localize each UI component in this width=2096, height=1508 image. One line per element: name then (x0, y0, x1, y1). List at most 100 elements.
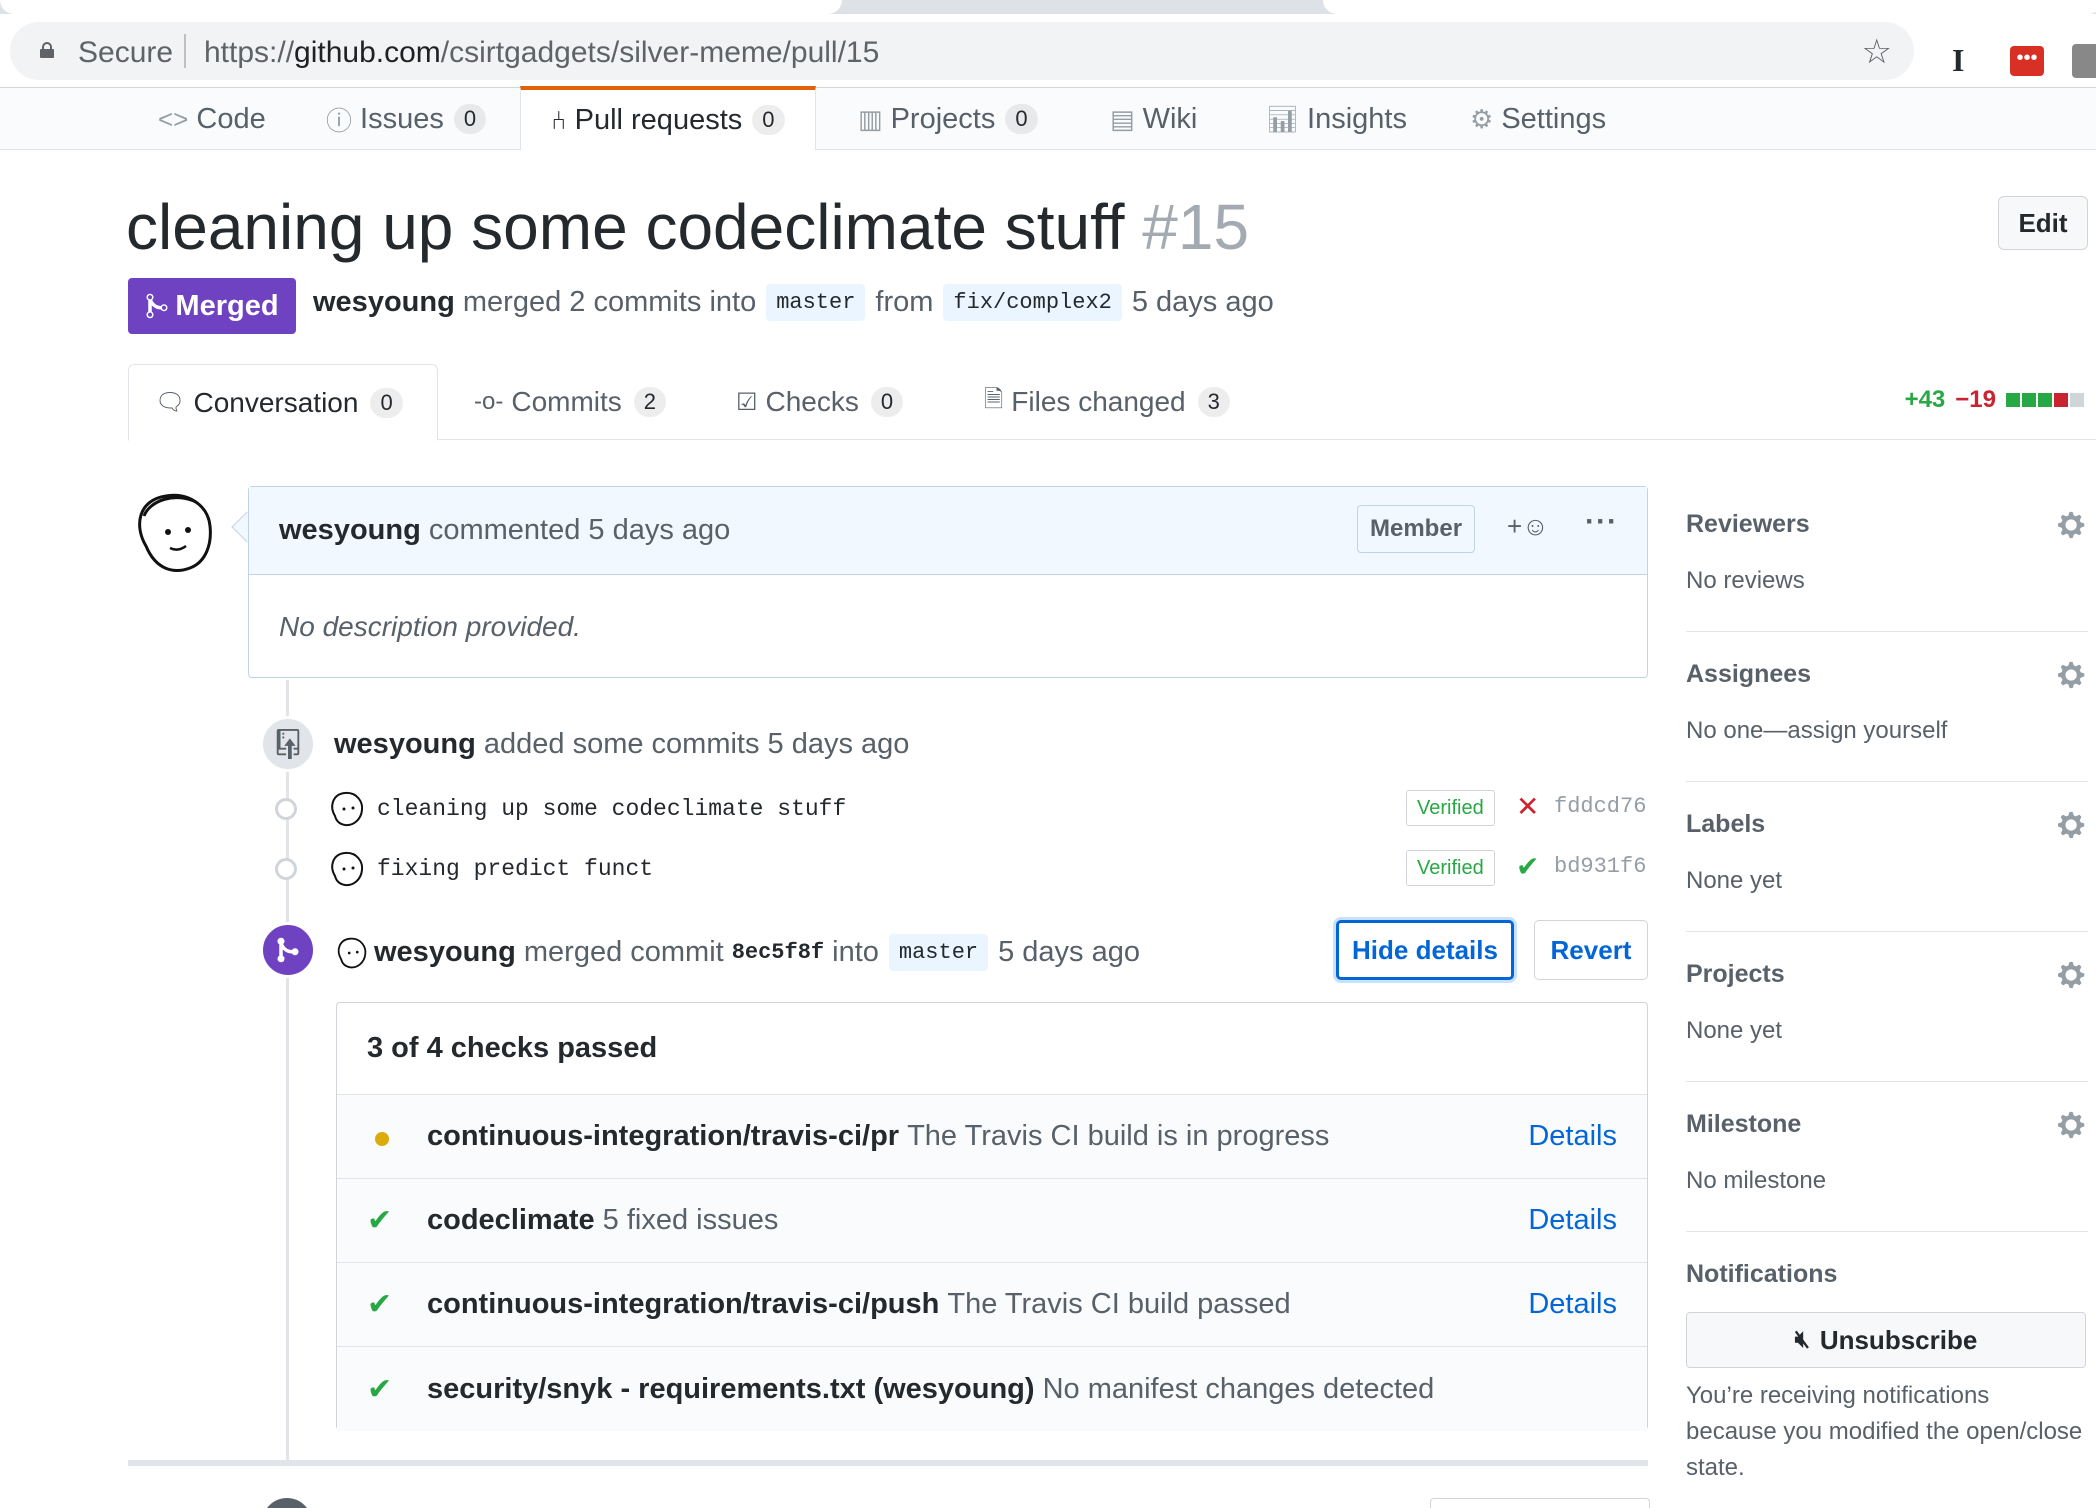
hide-details-button[interactable]: Hide details (1336, 920, 1514, 980)
book-icon: ▤ (1110, 103, 1135, 134)
tab-label: Settings (1501, 102, 1607, 135)
event-author[interactable]: wesyoung (374, 936, 516, 969)
extension-instapaper-icon[interactable]: I (1952, 42, 1964, 79)
pr-meta: wesyoung merged 2 commits into master fr… (313, 284, 1274, 321)
tab-label: Projects (890, 102, 996, 135)
commit-sha[interactable]: 8ec5f8f (732, 940, 824, 965)
file-diff-icon: 🗎︎ (984, 385, 1004, 413)
check-name: codeclimate (427, 1204, 595, 1236)
diffstat-block (2070, 393, 2084, 407)
repo-nav: <> Code ⓘ Issues 0 ⑃ Pull requests 0 ▥ Project… (0, 86, 2096, 150)
browser-tab[interactable] (1323, 0, 2096, 14)
browser-tab[interactable] (0, 0, 842, 14)
commit-message[interactable]: fixing predict funct (377, 856, 653, 882)
head-branch[interactable]: fix/complex2 (943, 284, 1122, 321)
success-check-icon[interactable]: ✔ (1516, 850, 1539, 883)
tab-wiki[interactable]: ▤ Wiki (1110, 88, 1197, 150)
url-text[interactable]: https://github.com/csirtgadgets/silver-m… (204, 36, 879, 70)
lock-icon (40, 42, 54, 58)
event-author[interactable]: wesyoung (334, 728, 476, 760)
sidebar-heading[interactable]: Projects (1686, 960, 2088, 989)
gear-icon[interactable] (2058, 960, 2088, 990)
sidebar-heading[interactable]: Assignees (1686, 660, 2088, 689)
bookmark-star-icon[interactable]: ☆ (1862, 32, 1892, 72)
avatar[interactable] (334, 936, 368, 970)
list-item: cleaning up some codeclimate stuff Verif… (272, 784, 1648, 834)
commit-message[interactable]: cleaning up some codeclimate stuff (377, 796, 846, 822)
extension-lastpass-icon[interactable]: ••• (2010, 46, 2044, 76)
event-text: into (832, 936, 879, 968)
tab-settings[interactable]: ⚙ Settings (1470, 88, 1606, 150)
status-badge: Merged (128, 278, 296, 334)
details-link[interactable]: Details (1528, 1288, 1617, 1321)
base-branch[interactable]: master (888, 934, 989, 971)
gear-icon[interactable] (2058, 660, 2088, 690)
tab-count: 0 (752, 105, 785, 135)
address-bar[interactable]: Secure https://github.com/csirtgadgets/s… (10, 22, 1914, 80)
unsubscribe-button[interactable]: 🔇︎ Unsubscribe (1686, 1312, 2086, 1368)
tab-conversation[interactable]: 🗨︎ Conversation 0 (128, 364, 438, 441)
sidebar-labels: Labels None yet (1686, 810, 2088, 932)
tab-projects[interactable]: ▥ Projects 0 (858, 88, 1038, 150)
tab-commits[interactable]: -o- Commits 2 (474, 364, 667, 440)
sidebar-heading[interactable]: Reviewers (1686, 510, 2088, 539)
tab-label: Conversation (193, 386, 359, 418)
diffstat-blocks (2006, 386, 2086, 414)
check-description: No manifest changes detected (1042, 1372, 1435, 1405)
failure-x-icon[interactable]: ✕ (1516, 790, 1539, 823)
tab-label: Files changed (1011, 386, 1186, 417)
browser-tab-strip (0, 0, 2096, 14)
diffstat-block (2038, 393, 2052, 407)
merge-event: wesyoung merged commit 8ec5f8f into mast… (334, 934, 1140, 971)
verified-badge[interactable]: Verified (1406, 790, 1495, 826)
sidebar-heading[interactable]: Milestone (1686, 1110, 2088, 1139)
commit-sha[interactable]: fddcd76 (1554, 794, 1646, 819)
sidebar-value[interactable]: No one—assign yourself (1686, 717, 2088, 745)
success-check-icon: ✔ (367, 1372, 393, 1406)
additions-count: +43 (1904, 386, 1946, 413)
tab-pull-requests[interactable]: ⑃ Pull requests 0 (520, 86, 816, 150)
address-separator (184, 34, 186, 68)
sidebar-projects: Projects None yet (1686, 960, 2088, 1082)
pending-dot-icon (367, 1120, 427, 1154)
comment-body: No description provided. (279, 611, 581, 642)
sidebar-value: None yet (1686, 867, 1783, 894)
comment-author[interactable]: wesyoung (279, 514, 421, 547)
tab-issues[interactable]: ⓘ Issues 0 (326, 88, 487, 150)
verified-badge[interactable]: Verified (1406, 850, 1495, 886)
tab-count: 2 (633, 387, 667, 417)
tab-label: Code (196, 102, 266, 135)
gear-icon: ⚙ (1470, 103, 1494, 134)
mute-icon: 🔇︎ (1794, 1326, 1810, 1353)
comment-timestamp: commented 5 days ago (428, 514, 731, 546)
details-link[interactable]: Details (1528, 1120, 1617, 1153)
gear-icon[interactable] (2058, 810, 2088, 840)
avatar[interactable] (126, 486, 218, 578)
tab-files-changed[interactable]: 🗎︎ Files changed 3 (984, 364, 1230, 440)
commit-sha[interactable]: bd931f6 (1554, 854, 1646, 879)
sidebar-heading[interactable]: Labels (1686, 810, 2088, 839)
diffstat-block (2006, 393, 2020, 407)
gear-icon[interactable] (2058, 1110, 2088, 1140)
base-branch[interactable]: master (766, 284, 866, 321)
author-link[interactable]: wesyoung (313, 286, 455, 319)
tab-count: 0 (870, 387, 904, 417)
avatar[interactable] (327, 850, 365, 888)
revert-button[interactable]: Revert (1534, 920, 1648, 980)
tab-insights[interactable]: 📊︎ Insights (1266, 88, 1407, 150)
tab-label: Checks (765, 386, 859, 417)
timeline-divider (128, 1460, 1648, 1466)
table-row: ✔ security/snyk - requirements.txt (wesy… (337, 1347, 1647, 1431)
tab-code[interactable]: <> Code (158, 88, 266, 150)
gear-icon[interactable] (2058, 510, 2088, 540)
add-reaction-icon[interactable]: +☺ (1507, 511, 1549, 542)
diffstat[interactable]: +43 −19 (1905, 386, 2086, 414)
details-link[interactable]: Details (1528, 1204, 1617, 1237)
edit-button[interactable]: Edit (1998, 196, 2088, 250)
url-path: /csirtgadgets/silver-meme/pull/15 (440, 36, 880, 69)
kebab-menu-icon[interactable]: ··· (1585, 505, 1618, 539)
extension-icon[interactable] (2072, 44, 2096, 78)
tab-checks[interactable]: ☑ Checks 0 (736, 364, 904, 440)
avatar (262, 1498, 312, 1508)
avatar[interactable] (327, 790, 365, 828)
